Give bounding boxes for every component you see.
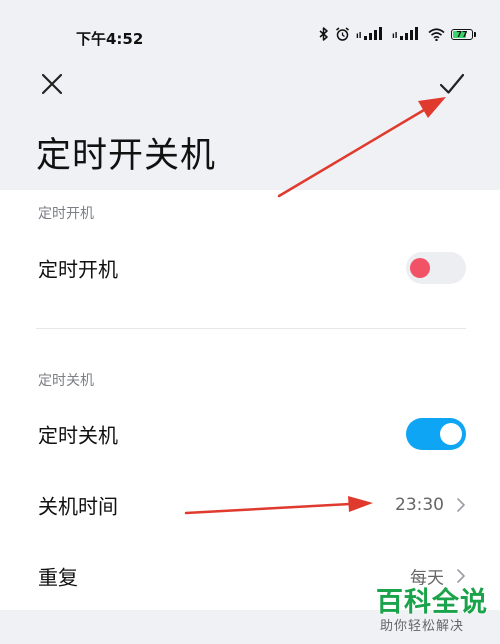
watermark-subtitle: 助你轻松解决 xyxy=(380,619,465,634)
shutdown-time-value: 23:30 xyxy=(395,495,444,515)
settings-panel: 定时开机 定时开机 定时关机 定时关机 关机时间 23:30 重复 每天 xyxy=(0,190,500,610)
battery-icon: 77 xyxy=(451,28,476,40)
repeat-label: 重复 xyxy=(38,565,78,590)
battery-level: 77 xyxy=(456,29,468,39)
section-label-power-off: 定时关机 xyxy=(38,373,94,389)
close-button[interactable] xyxy=(36,68,68,100)
toggle-knob xyxy=(440,423,462,445)
power-off-row[interactable]: 定时关机 xyxy=(0,404,500,464)
chevron-right-icon xyxy=(457,498,465,512)
power-off-label: 定时关机 xyxy=(38,423,118,448)
watermark-title: 百科全说 xyxy=(376,587,488,618)
confirm-button[interactable] xyxy=(436,68,468,100)
status-time: 下午4:52 xyxy=(76,30,144,48)
shutdown-time-label: 关机时间 xyxy=(38,494,118,519)
status-bar: 下午4:52 ıl ıl 77 xyxy=(0,22,500,52)
svg-text:ıl: ıl xyxy=(356,31,362,40)
bluetooth-icon xyxy=(319,27,328,41)
divider xyxy=(36,328,466,329)
alarm-icon xyxy=(336,27,349,41)
toggle-knob xyxy=(410,258,430,278)
wifi-icon xyxy=(428,27,445,41)
page-title: 定时开关机 xyxy=(36,136,217,176)
signal-icon: ıl xyxy=(392,27,418,40)
svg-text:ıl: ıl xyxy=(392,31,398,40)
power-on-row[interactable]: 定时开机 xyxy=(0,238,500,298)
watermark-logo: 百科全说 助你轻松解决 xyxy=(368,580,494,638)
shutdown-time-row[interactable]: 关机时间 23:30 xyxy=(0,475,500,535)
checkmark-icon xyxy=(439,73,465,94)
power-on-toggle[interactable] xyxy=(406,252,466,284)
section-label-power-on: 定时开机 xyxy=(38,206,94,222)
screen: 下午4:52 ıl ıl 77 定时开关机 定时开机 定时开机 定时关机 定时关… xyxy=(0,0,500,644)
power-off-toggle[interactable] xyxy=(406,418,466,450)
close-icon xyxy=(41,73,63,95)
signal-icon: ıl xyxy=(356,27,382,40)
power-on-label: 定时开机 xyxy=(38,257,118,282)
status-icons: ıl ıl 77 xyxy=(319,27,476,41)
